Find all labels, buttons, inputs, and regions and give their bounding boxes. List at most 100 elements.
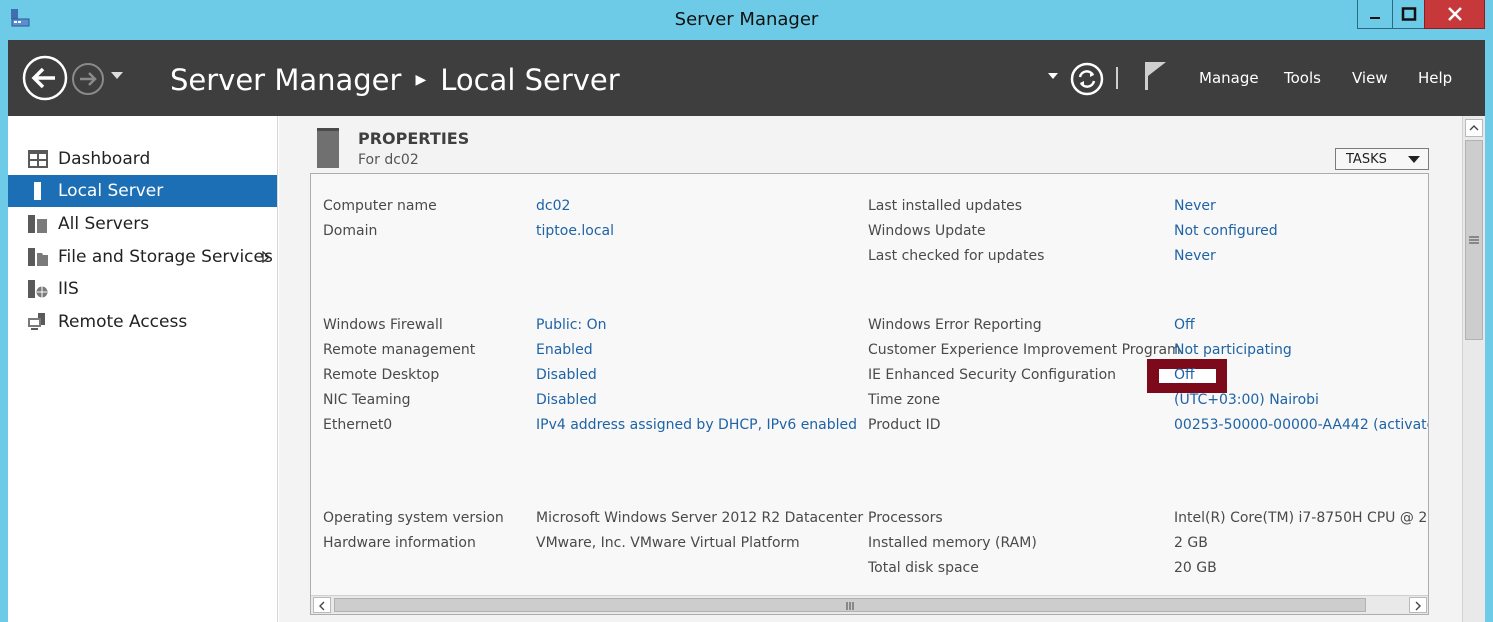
property-key: Product ID <box>868 417 941 433</box>
horizontal-scroll-thumb[interactable] <box>334 598 1366 612</box>
tasks-button[interactable]: TASKS <box>1335 148 1429 170</box>
sidebar-item-label: File and Storage Services <box>58 247 273 267</box>
property-key: Windows Update <box>868 223 986 239</box>
tasks-label: TASKS <box>1346 152 1387 167</box>
property-value-link[interactable]: (UTC+03:00) Nairobi <box>1174 392 1319 408</box>
property-value: Microsoft Windows Server 2012 R2 Datacen… <box>536 510 864 526</box>
scroll-right-button[interactable] <box>1409 597 1427 613</box>
menu-view[interactable]: View <box>1352 69 1388 87</box>
refresh-icon[interactable] <box>1069 61 1105 97</box>
sidebar-item-label: Remote Access <box>58 312 188 332</box>
property-key: Last installed updates <box>868 198 1023 214</box>
property-value-link[interactable]: 00253-50000-00000-AA442 (activated) <box>1174 417 1428 433</box>
horizontal-scrollbar[interactable] <box>311 595 1428 614</box>
sidebar-item-label: Local Server <box>58 181 164 201</box>
forward-arrow-icon[interactable] <box>71 62 105 96</box>
sidebar-item-label: All Servers <box>58 214 150 234</box>
property-key: Remote Desktop <box>323 367 440 383</box>
properties-server-icon <box>317 128 339 168</box>
property-value-link[interactable]: Not configured <box>1174 223 1278 239</box>
file-storage-icon <box>28 248 48 266</box>
property-key: NIC Teaming <box>323 392 411 408</box>
sidebar-item-dashboard[interactable]: Dashboard <box>8 143 277 175</box>
notification-flag-icon[interactable] <box>1142 60 1168 92</box>
sidebar-item-label: Dashboard <box>58 149 151 169</box>
breadcrumb-separator-icon: ▶ <box>415 72 427 88</box>
property-key: Ethernet0 <box>323 417 393 433</box>
sidebar-item-iis[interactable]: IIS <box>8 273 277 305</box>
scroll-left-button[interactable] <box>313 597 331 613</box>
property-value-link[interactable]: Off <box>1174 317 1195 333</box>
property-value: 2 GB <box>1174 535 1208 551</box>
property-key: Processors <box>868 510 943 526</box>
property-key: IE Enhanced Security Configuration <box>868 367 1117 383</box>
content-area: Dashboard Local Server All Servers File … <box>8 116 1485 622</box>
local-server-icon <box>34 182 41 200</box>
scroll-up-button[interactable] <box>1465 119 1483 137</box>
section-title: PROPERTIES <box>358 129 470 148</box>
dashboard-icon <box>28 150 48 168</box>
chevron-up-icon <box>1469 125 1479 131</box>
property-value: Intel(R) Core(TM) i7-8750H CPU @ 2.2( <box>1174 510 1429 526</box>
breadcrumb-current: Local Server <box>440 63 620 97</box>
property-key: Windows Error Reporting <box>868 317 1042 333</box>
property-value-link[interactable]: tiptoe.local <box>536 223 614 239</box>
chevron-left-icon <box>319 601 325 611</box>
maximize-button[interactable] <box>1392 0 1424 29</box>
breadcrumb: Server Manager ▶ Local Server <box>170 60 620 100</box>
main-pane: PROPERTIES For dc02 TASKS Computer name … <box>279 116 1462 622</box>
sidebar: Dashboard Local Server All Servers File … <box>8 116 278 622</box>
property-key: Customer Experience Improvement Program <box>868 342 1181 358</box>
property-key: Windows Firewall <box>323 317 443 333</box>
property-value-link[interactable]: Not participating <box>1174 342 1292 358</box>
minimize-icon <box>1370 17 1380 19</box>
property-value-link[interactable]: Enabled <box>536 342 593 358</box>
properties-panel: Computer name dc02 Domain tiptoe.local W… <box>310 173 1429 615</box>
minimize-button[interactable] <box>1357 0 1392 29</box>
history-dropdown-icon[interactable] <box>110 71 124 81</box>
menu-tools[interactable]: Tools <box>1284 69 1321 87</box>
title-bar: Server Manager <box>0 0 1493 40</box>
grip-icon <box>1469 236 1479 244</box>
property-key: Total disk space <box>868 560 979 576</box>
sidebar-item-label: IIS <box>58 279 79 299</box>
menu-help[interactable]: Help <box>1418 69 1452 87</box>
sidebar-item-local-server[interactable]: Local Server <box>8 175 277 207</box>
property-key: Hardware information <box>323 535 476 551</box>
property-value: 20 GB <box>1174 560 1217 576</box>
property-value-link[interactable]: dc02 <box>536 198 570 214</box>
property-value-link[interactable]: Public: On <box>536 317 607 333</box>
property-value: VMware, Inc. VMware Virtual Platform <box>536 535 800 551</box>
breadcrumb-root[interactable]: Server Manager <box>170 63 401 97</box>
property-value-link[interactable]: Never <box>1174 198 1216 214</box>
property-key: Computer name <box>323 198 437 214</box>
property-key: Last checked for updates <box>868 248 1045 264</box>
refresh-dropdown-icon[interactable] <box>1048 73 1058 80</box>
maximize-icon <box>1401 7 1416 21</box>
header-divider <box>1116 67 1118 89</box>
property-value-link[interactable]: Disabled <box>536 392 597 408</box>
sidebar-item-all-servers[interactable]: All Servers <box>8 208 277 240</box>
grip-icon <box>846 602 854 610</box>
property-key: Domain <box>323 223 378 239</box>
menu-manage[interactable]: Manage <box>1199 69 1259 87</box>
property-value-link[interactable]: IPv4 address assigned by DHCP, IPv6 enab… <box>536 417 857 433</box>
property-value-link[interactable]: Disabled <box>536 367 597 383</box>
iis-icon <box>28 280 48 298</box>
close-icon <box>1447 7 1462 21</box>
vertical-scrollbar[interactable] <box>1462 116 1485 622</box>
chevron-right-icon <box>1415 601 1421 611</box>
sidebar-item-remote-access[interactable]: Remote Access <box>8 306 277 338</box>
property-key: Remote management <box>323 342 476 358</box>
expand-arrow-icon[interactable] <box>262 251 270 263</box>
header-bar: Server Manager ▶ Local Server Manage Too… <box>8 40 1485 116</box>
remote-access-icon <box>28 313 45 330</box>
property-key: Installed memory (RAM) <box>868 535 1037 551</box>
close-button[interactable] <box>1424 0 1485 29</box>
back-arrow-icon[interactable] <box>22 55 68 101</box>
ie-esc-value-link[interactable]: Off <box>1174 367 1195 383</box>
sidebar-item-file-storage[interactable]: File and Storage Services <box>8 241 277 273</box>
vertical-scroll-thumb[interactable] <box>1465 140 1483 340</box>
property-value-link[interactable]: Never <box>1174 248 1216 264</box>
all-servers-icon <box>28 215 47 233</box>
